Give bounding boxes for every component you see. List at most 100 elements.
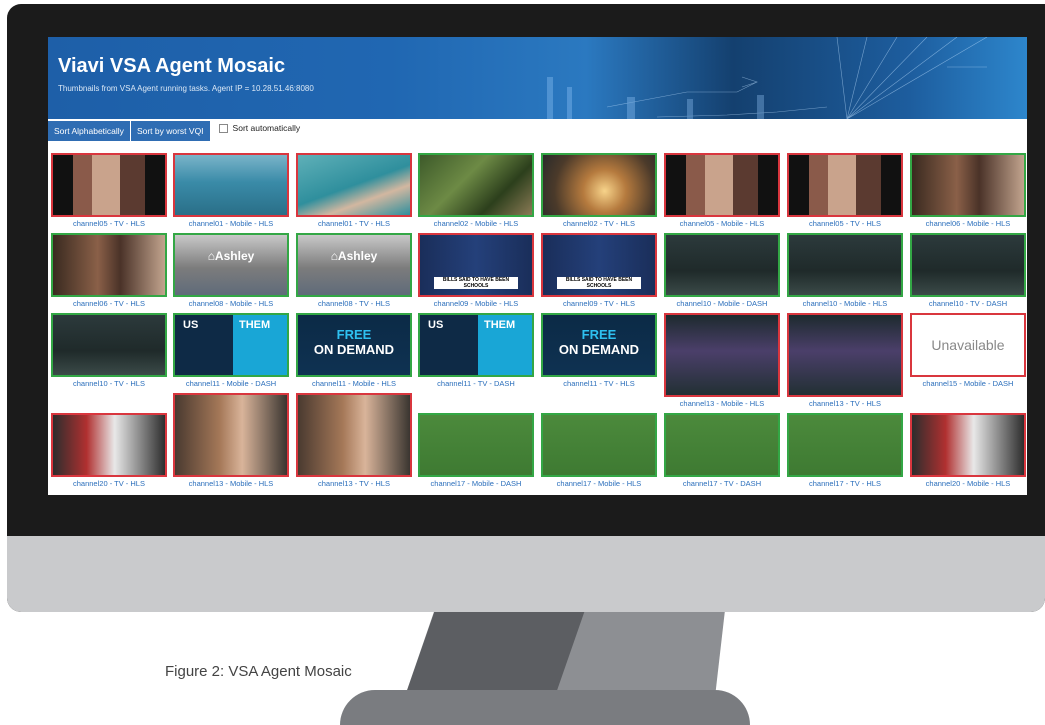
tile-thumbnail[interactable] [787, 233, 903, 297]
mosaic-tile[interactable]: channel20 - Mobile - HLS [910, 413, 1026, 488]
tile-label[interactable]: channel20 - Mobile - HLS [898, 479, 1027, 488]
mosaic-tile[interactable]: channel13 - Mobile - HLS [664, 313, 780, 408]
mosaic-tile[interactable]: channel17 - TV - DASH [664, 413, 780, 488]
tile-label[interactable]: channel13 - Mobile - HLS [652, 399, 792, 408]
mosaic-tile[interactable]: Unavailable channel15 - Mobile - DASH [910, 313, 1026, 388]
sort-by-vql-button[interactable]: Sort by worst VQI [130, 121, 210, 141]
tile-thumbnail[interactable]: ⌂Ashley [296, 233, 412, 297]
mosaic-tile[interactable]: channel02 - TV - HLS [541, 153, 657, 228]
tile-label[interactable]: channel05 - TV - HLS [48, 219, 179, 228]
sort-automatically-checkbox[interactable] [218, 123, 228, 133]
mosaic-tile[interactable]: BILLS SAID TO HAVE BEEN SCHOOLS channel09… [418, 233, 534, 308]
sort-alphabetically-button[interactable]: Sort Alphabetically [48, 121, 130, 141]
tile-thumbnail[interactable] [173, 153, 289, 217]
mosaic-tile[interactable]: US THEM channel11 - Mobile - DASH [173, 313, 289, 388]
tile-label[interactable]: channel11 - TV - DASH [406, 379, 546, 388]
tile-thumbnail[interactable] [296, 393, 412, 477]
tile-label[interactable]: channel01 - Mobile - HLS [161, 219, 301, 228]
mosaic-tile[interactable]: channel17 - TV - HLS [787, 413, 903, 488]
mosaic-tile[interactable]: channel06 - TV - HLS [51, 233, 167, 308]
tile-thumbnail[interactable] [51, 233, 167, 297]
tile-label[interactable]: channel11 - Mobile - DASH [161, 379, 301, 388]
tile-label[interactable]: channel10 - TV - DASH [898, 299, 1027, 308]
tile-thumbnail[interactable]: BILLS SAID TO HAVE BEEN SCHOOLS [541, 233, 657, 297]
mosaic-tile[interactable]: channel05 - TV - HLS [787, 153, 903, 228]
mosaic-tile[interactable]: channel13 - Mobile - HLS [173, 393, 289, 488]
mosaic-tile[interactable]: FREE ON DEMAND channel11 - Mobile - HLS [296, 313, 412, 388]
tile-thumbnail[interactable] [664, 413, 780, 477]
tile-label[interactable]: channel08 - TV - HLS [284, 299, 424, 308]
tile-thumbnail[interactable] [787, 313, 903, 397]
tile-thumbnail[interactable]: FREE ON DEMAND [296, 313, 412, 377]
tile-thumbnail[interactable] [787, 153, 903, 217]
mosaic-tile[interactable]: FREE ON DEMAND channel11 - TV - HLS [541, 313, 657, 388]
mosaic-tile[interactable]: ⌂Ashley channel08 - Mobile - HLS [173, 233, 289, 308]
tile-thumbnail[interactable]: Unavailable [910, 313, 1026, 377]
tile-thumbnail[interactable] [664, 153, 780, 217]
tile-thumbnail[interactable] [173, 393, 289, 477]
tile-label[interactable]: channel06 - TV - HLS [48, 299, 179, 308]
monitor-base [340, 690, 750, 725]
tile-label[interactable]: channel13 - TV - HLS [284, 479, 424, 488]
mosaic-tile[interactable]: channel17 - Mobile - DASH [418, 413, 534, 488]
tile-thumbnail[interactable] [51, 313, 167, 377]
tile-thumbnail[interactable] [787, 413, 903, 477]
tile-label[interactable]: channel05 - Mobile - HLS [652, 219, 792, 228]
tile-thumbnail[interactable] [418, 413, 534, 477]
tile-label[interactable]: channel10 - TV - HLS [48, 379, 179, 388]
mosaic-tile[interactable]: channel13 - TV - HLS [296, 393, 412, 488]
tile-thumbnail[interactable] [541, 413, 657, 477]
mosaic-tile[interactable]: channel20 - TV - HLS [51, 413, 167, 488]
mosaic-tile[interactable]: channel10 - TV - HLS [51, 313, 167, 388]
tile-label[interactable]: channel06 - Mobile - HLS [898, 219, 1027, 228]
mosaic-tile[interactable]: US THEM channel11 - TV - DASH [418, 313, 534, 388]
tile-label[interactable]: channel17 - Mobile - HLS [529, 479, 669, 488]
tile-label[interactable]: channel13 - TV - HLS [775, 399, 915, 408]
tile-thumbnail[interactable]: US THEM [173, 313, 289, 377]
tile-thumbnail[interactable] [51, 153, 167, 217]
tile-label[interactable]: channel20 - TV - HLS [48, 479, 179, 488]
mosaic-tile[interactable]: channel10 - Mobile - DASH [664, 233, 780, 308]
mosaic-tile[interactable]: channel13 - TV - HLS [787, 313, 903, 408]
tile-label[interactable]: channel02 - TV - HLS [529, 219, 669, 228]
tile-thumbnail[interactable] [910, 153, 1026, 217]
tile-label[interactable]: channel17 - TV - DASH [652, 479, 792, 488]
mosaic-tile[interactable]: channel01 - TV - HLS [296, 153, 412, 228]
tile-label[interactable]: channel15 - Mobile - DASH [898, 379, 1027, 388]
tile-label[interactable]: channel09 - Mobile - HLS [406, 299, 546, 308]
tile-label[interactable]: channel11 - TV - HLS [529, 379, 669, 388]
mosaic-tile[interactable]: channel01 - Mobile - HLS [173, 153, 289, 228]
tile-label[interactable]: channel01 - TV - HLS [284, 219, 424, 228]
tile-label[interactable]: channel08 - Mobile - HLS [161, 299, 301, 308]
tile-thumbnail[interactable] [51, 413, 167, 477]
mosaic-tile[interactable]: channel05 - Mobile - HLS [664, 153, 780, 228]
mosaic-tile[interactable]: channel05 - TV - HLS [51, 153, 167, 228]
tile-thumbnail[interactable] [296, 153, 412, 217]
tile-label[interactable]: channel02 - Mobile - HLS [406, 219, 546, 228]
mosaic-tile[interactable]: ⌂Ashley channel08 - TV - HLS [296, 233, 412, 308]
mosaic-tile[interactable]: channel10 - Mobile - HLS [787, 233, 903, 308]
tile-thumbnail[interactable]: FREE ON DEMAND [541, 313, 657, 377]
tile-label[interactable]: channel05 - TV - HLS [775, 219, 915, 228]
tile-thumbnail[interactable]: BILLS SAID TO HAVE BEEN SCHOOLS [418, 233, 534, 297]
tile-label[interactable]: channel09 - TV - HLS [529, 299, 669, 308]
tile-thumbnail[interactable] [910, 233, 1026, 297]
tile-thumbnail[interactable] [541, 153, 657, 217]
mosaic-tile[interactable]: channel02 - Mobile - HLS [418, 153, 534, 228]
tile-thumbnail[interactable] [910, 413, 1026, 477]
mosaic-tile[interactable]: channel17 - Mobile - HLS [541, 413, 657, 488]
tile-thumbnail[interactable] [664, 233, 780, 297]
tile-label[interactable]: channel13 - Mobile - HLS [161, 479, 301, 488]
tile-label[interactable]: channel11 - Mobile - HLS [284, 379, 424, 388]
tile-thumbnail[interactable]: ⌂Ashley [173, 233, 289, 297]
tile-label[interactable]: channel17 - TV - HLS [775, 479, 915, 488]
mosaic-tile[interactable]: channel06 - Mobile - HLS [910, 153, 1026, 228]
tile-label[interactable]: channel17 - Mobile - DASH [406, 479, 546, 488]
tile-thumbnail[interactable] [664, 313, 780, 397]
mosaic-tile[interactable]: channel10 - TV - DASH [910, 233, 1026, 308]
tile-thumbnail[interactable] [418, 153, 534, 217]
tile-label[interactable]: channel10 - Mobile - HLS [775, 299, 915, 308]
tile-label[interactable]: channel10 - Mobile - DASH [652, 299, 792, 308]
mosaic-tile[interactable]: BILLS SAID TO HAVE BEEN SCHOOLS channel09… [541, 233, 657, 308]
tile-thumbnail[interactable]: US THEM [418, 313, 534, 377]
